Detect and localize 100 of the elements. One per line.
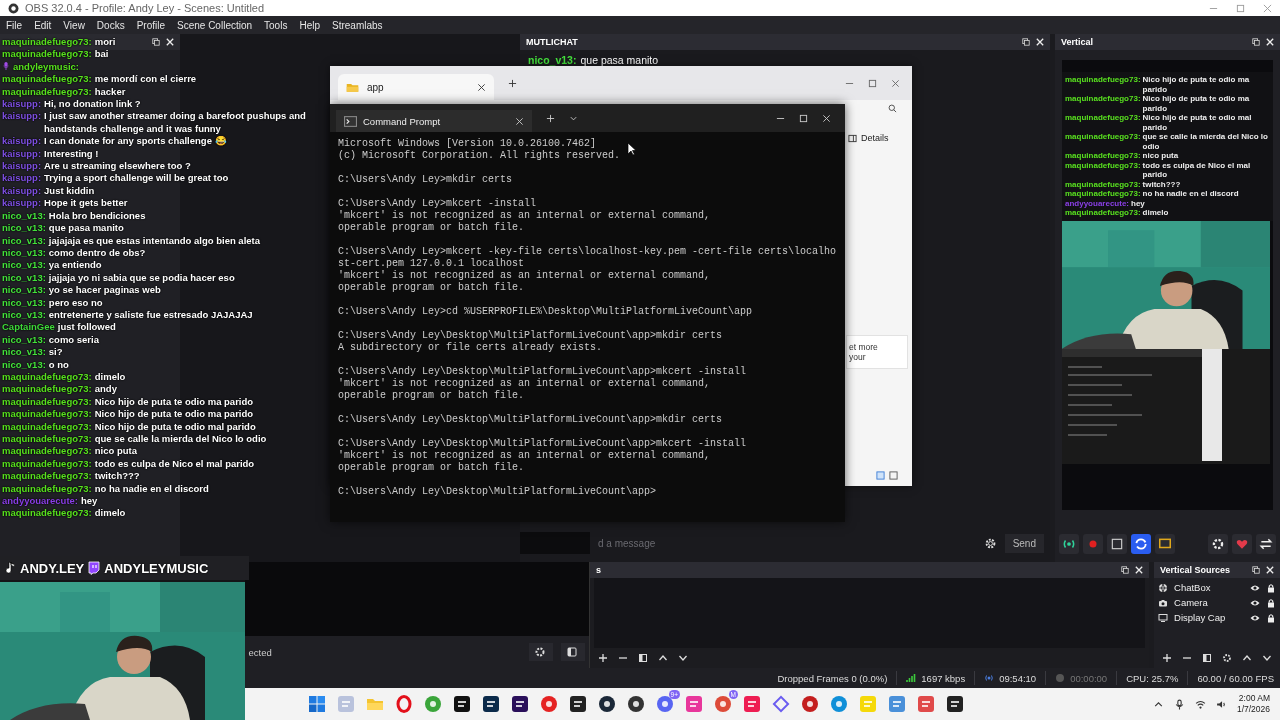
chat-text: Nico hijo de puta te odio mal parido [94,420,256,433]
undock-icon[interactable] [1252,38,1260,46]
chat-username: maquinadefuego73: [1065,113,1141,124]
terminal-line: 'mkcert' is not recognized as an internal or external command, [338,450,711,462]
diamond-icon[interactable] [772,695,790,713]
square-app-icon[interactable] [511,695,529,713]
chat-text: twitch??? [94,470,140,483]
square-app-icon[interactable] [482,695,500,713]
menu-item[interactable]: Scene Collection [177,19,253,31]
undock-icon[interactable] [1252,566,1260,574]
chat-text: Nico hijo de puta te odio ma parido [94,395,254,409]
menu-item[interactable]: View [63,19,85,31]
terminal-line: operable program or batch file. [338,222,525,234]
globe-icon [1158,582,1168,593]
down-icon[interactable] [1262,653,1272,663]
chat-text: como dentro de obs? [48,246,146,260]
chat-username: nico_v13: [2,209,46,223]
menu-item[interactable]: Help [299,19,320,31]
menu-item[interactable]: Edit [34,19,52,31]
clock-date[interactable]: 1/7/2026 [1236,704,1270,715]
settings-button[interactable] [1208,534,1228,554]
lock-icon[interactable] [1266,612,1276,623]
settings-button[interactable] [529,643,553,661]
up-icon[interactable] [658,653,668,663]
scissors-icon[interactable] [917,695,935,713]
folder-tab[interactable]: app [338,74,494,100]
play-icon[interactable] [540,695,558,713]
microphone-icon[interactable] [1173,698,1185,710]
panel-icon[interactable] [1202,653,1212,663]
menu-item[interactable]: Streamlabs [332,19,383,31]
source-item[interactable]: ChatBox [1158,582,1276,593]
clock-time[interactable]: 2:00 AM [1238,693,1270,704]
terminal-tab[interactable]: Command Prompt [336,110,532,132]
chat-username: nico_v13: [2,246,46,260]
close-icon[interactable] [477,82,486,92]
terminal-line: A subdirectory or file certs already exists. [338,342,603,354]
lock-icon[interactable] [1266,582,1276,593]
panel-button[interactable] [561,643,585,661]
grid-view-icon[interactable] [889,471,898,480]
chat-username: maquinadefuego73: [2,383,92,396]
chat-username: andyyouarecute: [1065,198,1130,208]
up-icon[interactable] [1242,653,1252,663]
chat-text: Hi, no donation link ? [44,98,141,111]
channel-name: ANDYLEYMUSIC [104,560,209,576]
search-icon[interactable] [888,104,897,113]
chat-text: me mordí con el cierre [94,73,197,86]
dropped-frames: Dropped Frames 0 (0.0%) [777,672,888,684]
card-text: your [849,352,867,362]
chat-username: nico_v13: [2,284,46,297]
terminal-icon[interactable] [946,695,964,713]
square-app-icon[interactable] [569,695,587,713]
send-button[interactable]: Send [1004,533,1044,553]
menu-item[interactable]: Tools [264,19,288,31]
undock-icon[interactable] [1121,566,1129,574]
broadcast-button[interactable] [1059,534,1079,554]
heart-button[interactable] [1232,534,1252,554]
chat-text: o no [48,358,69,371]
round-app-icon[interactable] [598,695,616,713]
lock-icon[interactable] [1266,597,1276,608]
maximize-icon[interactable] [868,78,877,88]
source-item[interactable]: Camera [1158,597,1276,608]
settings-icon[interactable] [1222,653,1232,663]
settings-icon[interactable] [983,536,997,550]
chat-username: nico_v13: [2,271,46,285]
terminal-line: C:\Users\Andy Ley\Desktop\MultiPlatformLiveCount\app>mkdir certs [338,330,723,342]
menu-item[interactable]: File [6,19,23,31]
chat-text: hey [81,495,98,508]
notepad-icon[interactable] [888,695,906,713]
settings-icon [1211,537,1225,551]
chat-username: maquinadefuego73: [2,48,92,61]
down-icon[interactable] [678,653,688,663]
chat-text: Hola bro bendiciones [48,209,146,223]
undock-icon[interactable] [1022,38,1030,46]
broadcast-icon [984,673,995,683]
menu-item[interactable]: Profile [136,19,165,31]
details-button[interactable]: Details [846,131,891,145]
add-icon[interactable] [1162,653,1172,663]
chat-text: mori [94,36,116,49]
settings-icon [534,646,546,658]
source-item[interactable]: Display Cap [1158,612,1276,623]
terminal-line: 'mkcert' is not recognized as an internal or external command, [338,210,711,222]
undock-icon[interactable] [152,38,160,46]
chat-username: nico_v13: [528,54,577,66]
square-button[interactable] [1107,534,1127,554]
chat-username: kaisupp: [2,110,42,123]
chat-text: just followed [57,321,116,334]
square-app-icon[interactable] [453,695,471,713]
menu-item[interactable]: Docks [96,19,125,31]
screen-button[interactable] [1155,534,1175,554]
add-icon[interactable] [598,653,608,663]
windows-logo-icon[interactable] [308,695,326,713]
ring-icon[interactable] [395,695,413,713]
dock-title: Vertical [1061,37,1094,47]
swap-button[interactable] [1256,534,1276,554]
chat-text: bai [94,48,109,61]
wifi-icon[interactable] [1194,698,1206,710]
terminal-line: C:\Users\Andy Ley>mkcert -install [338,198,537,210]
add-tab-icon[interactable] [508,78,517,88]
round-app-icon[interactable] [627,695,645,713]
panel-icon[interactable] [638,653,648,663]
